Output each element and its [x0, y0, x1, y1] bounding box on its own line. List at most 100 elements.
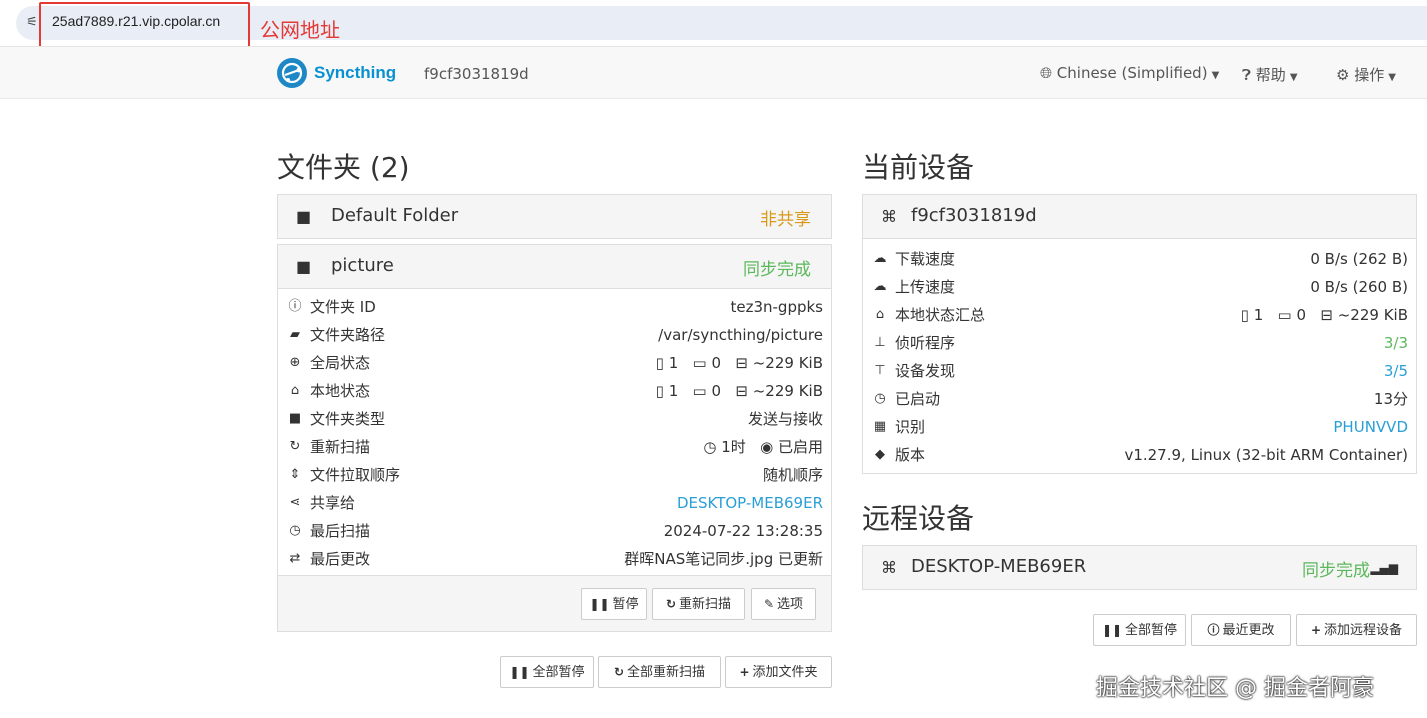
folder-icon: ■ — [288, 411, 302, 426]
navbar: Syncthing f9cf3031819d 🌐︎ Chinese (Simpl… — [0, 46, 1427, 99]
sort-icon: ⇕ — [289, 467, 301, 482]
file-icon: ▯ — [655, 382, 664, 400]
signal-bars-icon: ▂▄▆ — [1370, 561, 1398, 575]
remote-device-panel[interactable]: ⌘ DESKTOP-MEB69ER 同步完成 ▂▄▆ — [862, 545, 1417, 590]
pause-button[interactable]: ❚❚ 暂停 — [581, 588, 647, 620]
tune-icon[interactable]: ⚟ — [24, 15, 40, 31]
listeners-link[interactable]: 3/3 — [1384, 329, 1408, 357]
shared-device-link[interactable]: DESKTOP-MEB69ER — [677, 489, 823, 517]
add-folder-button[interactable]: + 添加文件夹 — [725, 656, 832, 688]
sitemap-icon: ⊥ — [874, 335, 886, 350]
file-icon: ▯ — [1240, 306, 1249, 324]
last-scan-row: ◷ 最后扫描 2024-07-22 13:28:35 — [278, 517, 831, 545]
hdd-icon: ⊟ — [1320, 306, 1333, 324]
folder-outline-icon: ▭ — [1277, 306, 1292, 324]
this-device-name: f9cf3031819d — [911, 205, 1037, 226]
folder-outline-icon: ▭ — [692, 382, 707, 400]
rescan-all-button[interactable]: ↻ 全部重新扫描 — [598, 656, 721, 688]
cog-icon: ⚙ — [1336, 66, 1350, 84]
caret-down-icon: ▼ — [1289, 72, 1298, 83]
pause-all-devices-button[interactable]: ❚❚ 全部暂停 — [1093, 614, 1186, 646]
download-rate-row: ☁ 下载速度 0 B/s (262 B) — [863, 245, 1416, 273]
share-icon: ⋖ — [289, 495, 301, 510]
rescan-row: ↻ 重新扫描 ◷ 1时 ◉ 已启用 — [278, 433, 831, 461]
folder-name: picture — [331, 255, 394, 276]
actions-menu[interactable]: ⚙ 操作 ▼ — [1336, 64, 1396, 85]
brand-name[interactable]: Syncthing — [314, 63, 396, 83]
help-label: 帮助 — [1255, 66, 1286, 84]
clock-icon: ◷ — [874, 391, 886, 406]
cloud-download-icon: ☁ — [873, 251, 887, 266]
qrcode-identicon-icon: ⌘ — [881, 207, 897, 226]
tag-icon: ◆ — [875, 447, 885, 462]
folder-icon: ■ — [296, 207, 312, 226]
this-device-table: ☁ 下载速度 0 B/s (262 B) ☁ 上传速度 0 B/s (260 B… — [863, 245, 1416, 469]
this-device-panel[interactable]: ⌘ f9cf3031819d ☁ 下载速度 0 B/s (262 B) ☁ 上传… — [862, 194, 1417, 474]
info-circle-icon: ⓘ — [1207, 623, 1220, 637]
language-menu[interactable]: 🌐︎ Chinese (Simplified) ▼ — [1040, 64, 1219, 82]
folders-heading: 文件夹 (2) — [277, 151, 410, 184]
refresh-icon: ↻ — [665, 597, 677, 611]
shared-with-row: ⋖ 共享给 DESKTOP-MEB69ER — [278, 489, 831, 517]
home-icon: ⌂ — [290, 383, 300, 398]
pull-order-row: ⇕ 文件拉取顺序 随机顺序 — [278, 461, 831, 489]
remote-devices-heading: 远程设备 — [862, 502, 975, 535]
rescan-button[interactable]: ↻ 重新扫描 — [652, 588, 745, 620]
local-state-row: ⌂ 本地状态 ▯ 1 ▭ 0 ⊟ ~229 KiB — [278, 377, 831, 405]
recent-changes-button[interactable]: ⓘ 最近更改 — [1191, 614, 1291, 646]
remote-device-name: DESKTOP-MEB69ER — [911, 556, 1087, 577]
folder-panel-header[interactable]: ■ Default Folder 非共享 — [278, 195, 831, 238]
refresh-icon: ↻ — [613, 665, 625, 679]
hdd-icon: ⊟ — [735, 382, 748, 400]
actions-label: 操作 — [1354, 66, 1385, 84]
folder-status: 同步完成 — [743, 260, 811, 280]
device-id-link[interactable]: PHUNVVD — [1333, 413, 1408, 441]
navbar-device-id: f9cf3031819d — [424, 65, 529, 83]
last-change-row: ⇄ 最后更改 群晖NAS笔记同步.jpg 已更新 — [278, 545, 831, 573]
signpost-icon: ⊤ — [874, 363, 886, 378]
this-device-heading: 当前设备 — [862, 151, 975, 184]
browser-address-bar: ⚟ 25ad7889.r21.vip.cpolar.cn 公网地址 — [0, 0, 1427, 52]
language-label: Chinese (Simplified) — [1056, 64, 1208, 82]
folder-panel-footer: ❚❚ 暂停 ↻ 重新扫描 ✎ 选项 — [278, 575, 831, 631]
pause-all-folders-button[interactable]: ❚❚ 全部暂停 — [500, 656, 594, 688]
plus-icon: + — [1310, 623, 1322, 637]
exchange-icon: ⇄ — [289, 551, 301, 566]
folder-outline-icon: ▭ — [692, 354, 707, 372]
refresh-icon: ↻ — [289, 439, 301, 454]
pause-icon: ❚❚ — [589, 597, 610, 611]
plus-icon: + — [739, 665, 750, 679]
watermark: 掘金技术社区 @ 掘金者阿豪 — [1096, 676, 1374, 701]
folder-panel-default[interactable]: ■ Default Folder 非共享 — [277, 194, 832, 239]
annotation-label: 公网地址 — [260, 18, 340, 42]
uptime-row: ◷ 已启动 13分 — [863, 385, 1416, 413]
folder-id-row: ⓘ 文件夹 ID tez3n-gppks — [278, 293, 831, 321]
options-button[interactable]: ✎ 选项 — [751, 588, 816, 620]
pencil-icon: ✎ — [763, 597, 775, 611]
add-remote-device-button[interactable]: + 添加远程设备 — [1296, 614, 1417, 646]
folder-panel-header[interactable]: ■ picture 同步完成 — [278, 245, 831, 289]
identification-row: ▦ 识别 PHUNVVD — [863, 413, 1416, 441]
folder-type-row: ■ 文件夹类型 发送与接收 — [278, 405, 831, 433]
caret-down-icon: ▼ — [1388, 72, 1396, 83]
this-device-header[interactable]: ⌘ f9cf3031819d — [863, 195, 1416, 239]
pause-icon: ❚❚ — [509, 665, 530, 679]
qrcode-icon: ▦ — [873, 419, 887, 434]
remote-device-header[interactable]: ⌘ DESKTOP-MEB69ER 同步完成 ▂▄▆ — [863, 546, 1416, 589]
remote-device-status: 同步完成 — [1302, 561, 1370, 581]
version-row: ◆ 版本 v1.27.9, Linux (32-bit ARM Containe… — [863, 441, 1416, 469]
eye-icon: ◉ — [760, 438, 774, 456]
syncthing-logo-icon[interactable] — [277, 58, 307, 88]
folder-panel-picture[interactable]: ■ picture 同步完成 ⓘ 文件夹 ID tez3n-gppks ▰ 文件… — [277, 244, 832, 632]
url-highlight-box — [39, 2, 250, 52]
folder-icon: ■ — [296, 257, 312, 276]
folder-detail-table: ⓘ 文件夹 ID tez3n-gppks ▰ 文件夹路径 /var/syncth… — [278, 293, 831, 573]
discovery-link[interactable]: 3/5 — [1384, 357, 1408, 385]
local-total-row: ⌂ 本地状态汇总 ▯ 1 ▭ 0 ⊟ ~229 KiB — [863, 301, 1416, 329]
home-icon: ⌂ — [875, 307, 885, 322]
global-state-row: ⊕ 全局状态 ▯ 1 ▭ 0 ⊟ ~229 KiB — [278, 349, 831, 377]
help-menu[interactable]: ❓︎ 帮助 ▼ — [1242, 64, 1298, 85]
globe-icon: 🌐︎ — [1040, 64, 1053, 82]
clock-icon: ◷ — [289, 523, 301, 538]
upload-rate-row: ☁ 上传速度 0 B/s (260 B) — [863, 273, 1416, 301]
